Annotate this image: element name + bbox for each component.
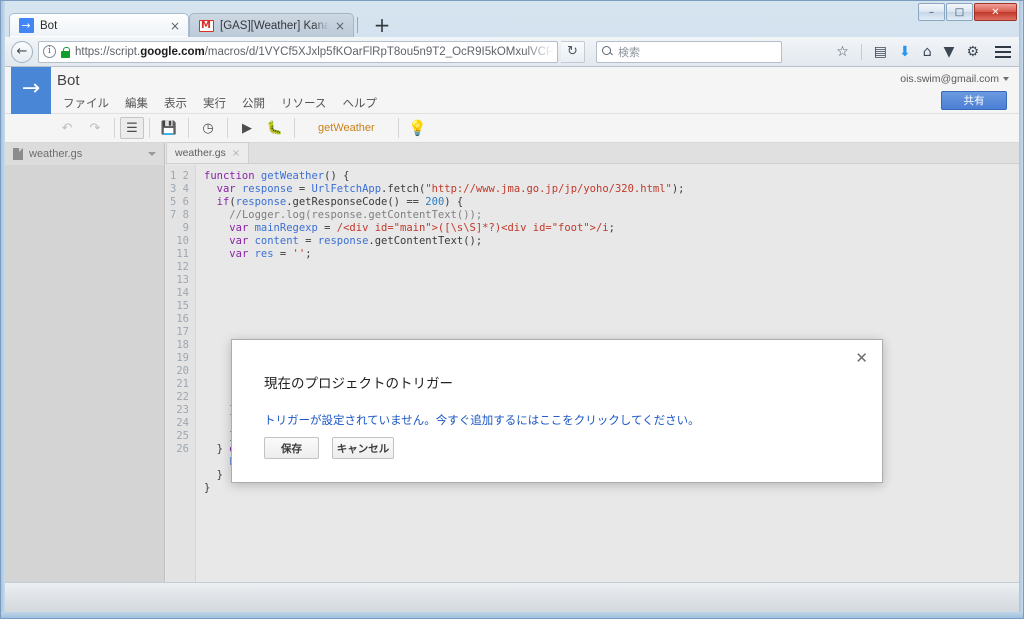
run-icon[interactable]: ▶: [233, 116, 261, 141]
tab-title: [GAS][Weather] Kanagaw: [220, 19, 329, 32]
trigger-dialog: ✕ 現在のプロジェクトのトリガー トリガーが設定されていません。今すぐ追加するに…: [231, 339, 883, 483]
tab-separator: [357, 17, 358, 33]
chevron-down-icon: [1003, 77, 1009, 81]
dialog-title: 現在のプロジェクトのトリガー: [264, 376, 453, 391]
reader-view-icon[interactable]: ▤: [874, 45, 887, 59]
apps-script-logo-icon: →: [11, 67, 51, 114]
toolbar-divider: [397, 118, 399, 138]
window-frame-right: [1019, 1, 1023, 618]
file-list-item-weather[interactable]: weather.gs: [5, 143, 164, 165]
account-menu[interactable]: ois.swim@gmail.com: [900, 73, 1009, 85]
navigation-toolbar: ← i https://script.google.com/macros/d/1…: [5, 37, 1021, 67]
search-input[interactable]: 検索: [618, 44, 640, 60]
redo-icon[interactable]: ↷: [81, 116, 109, 141]
toolbar-divider: [860, 43, 862, 60]
toolbar-icons: ☆ ▤ ⬇ ⌂ ▼ ⚙: [787, 43, 1015, 60]
project-title[interactable]: Bot: [57, 72, 80, 89]
tab-close-icon[interactable]: ×: [335, 20, 347, 32]
account-email: ois.swim@gmail.com: [900, 73, 999, 85]
url-prefix: script.: [109, 45, 141, 58]
back-button[interactable]: ←: [11, 40, 33, 63]
menu-bar: ファイル 編集 表示 実行 公開 リソース ヘルプ: [55, 94, 385, 112]
downloads-icon[interactable]: ⬇: [899, 45, 911, 59]
maximize-button[interactable]: □: [946, 3, 973, 21]
browser-tab-gmail[interactable]: M [GAS][Weather] Kanagaw ×: [189, 13, 354, 37]
close-button[interactable]: ✕: [974, 3, 1017, 21]
browser-window: → Bot × M [GAS][Weather] Kanagaw × + – □…: [0, 0, 1024, 619]
toolbar-divider: [188, 118, 189, 138]
url-scheme: https://: [75, 45, 110, 58]
menu-publish[interactable]: 公開: [234, 94, 273, 112]
gmail-icon-glyph: M: [198, 19, 214, 32]
save-button[interactable]: 保存: [264, 437, 319, 459]
file-name: weather.gs: [29, 148, 83, 160]
tab-close-icon[interactable]: ×: [170, 20, 182, 32]
address-bar[interactable]: i https://script.google.com/macros/d/1VY…: [38, 40, 558, 63]
editor-toolbar: ↶ ↷ ☰ 💾 ◷ ▶ 🐛 getWeather 💡: [5, 114, 1021, 143]
menu-view[interactable]: 表示: [156, 94, 195, 112]
lock-icon: [60, 46, 71, 58]
reload-button[interactable]: ↻: [561, 40, 585, 63]
toolbar-divider: [294, 118, 295, 138]
pocket-icon[interactable]: ▼: [944, 45, 955, 59]
gmail-icon: M: [198, 18, 214, 34]
apps-script-icon-glyph: →: [18, 18, 34, 33]
toolbar-divider: [227, 118, 228, 138]
menu-file[interactable]: ファイル: [55, 94, 117, 112]
add-trigger-link[interactable]: トリガーが設定されていません。今すぐ追加するにはここをクリックしてください。: [264, 412, 700, 428]
function-selector[interactable]: getWeather: [300, 122, 393, 134]
file-pane: weather.gs: [5, 143, 165, 608]
line-number-gutter: 1 2 3 4 5 6 7 8 9 10 11 12 13 14 15 16 1…: [166, 165, 196, 608]
browser-tab-bot[interactable]: → Bot ×: [9, 13, 189, 37]
tab-title: Bot: [40, 19, 58, 32]
menu-resources[interactable]: リソース: [273, 94, 334, 112]
title-bar: → Bot × M [GAS][Weather] Kanagaw × + – □…: [1, 1, 1023, 37]
search-bar[interactable]: 検索: [596, 40, 782, 63]
editor-tab-close-icon[interactable]: ×: [232, 148, 240, 159]
editor-tab-label: weather.gs: [175, 147, 226, 159]
debug-icon[interactable]: 🐛: [261, 116, 289, 141]
editor-tab-weather[interactable]: weather.gs ×: [166, 142, 250, 163]
share-button[interactable]: 共有: [941, 91, 1007, 110]
menu-run[interactable]: 実行: [195, 94, 234, 112]
window-frame-bottom: [1, 612, 1023, 618]
url-domain: google.com: [140, 45, 205, 58]
new-tab-button[interactable]: +: [367, 13, 397, 37]
home-icon[interactable]: ⌂: [923, 45, 932, 59]
close-icon[interactable]: ✕: [855, 351, 868, 366]
minimize-button[interactable]: –: [918, 3, 945, 21]
lightbulb-icon[interactable]: 💡: [404, 116, 432, 141]
hamburger-menu-icon[interactable]: [995, 45, 1011, 58]
file-icon: [13, 148, 23, 160]
search-icon: [602, 46, 613, 57]
url-text: https://script.google.com/macros/d/1VYCf…: [75, 46, 553, 58]
save-icon[interactable]: 💾: [155, 116, 183, 141]
bookmark-star-icon[interactable]: ☆: [836, 45, 849, 59]
undo-icon[interactable]: ↶: [53, 116, 81, 141]
page-info-icon[interactable]: i: [43, 45, 56, 58]
window-controls: – □ ✕: [918, 3, 1017, 21]
window-frame-left: [1, 1, 5, 618]
editor-tab-bar: weather.gs ×: [166, 142, 1021, 164]
chevron-down-icon[interactable]: [148, 152, 156, 156]
window-status-strip: [5, 582, 1021, 612]
indent-icon[interactable]: ☰: [120, 117, 144, 139]
page-content: → Bot ファイル 編集 表示 実行 公開 リソース ヘルプ ois.swim…: [5, 67, 1021, 608]
menu-edit[interactable]: 編集: [117, 94, 156, 112]
app-header: → Bot ファイル 編集 表示 実行 公開 リソース ヘルプ ois.swim…: [5, 67, 1021, 114]
apps-script-icon: →: [18, 18, 34, 34]
toolbar-divider: [149, 118, 150, 138]
sync-icon[interactable]: ⚙: [966, 45, 979, 59]
timer-icon[interactable]: ◷: [194, 116, 222, 141]
cancel-button[interactable]: キャンセル: [332, 437, 394, 459]
tab-strip: → Bot × M [GAS][Weather] Kanagaw × +: [9, 13, 397, 37]
menu-help[interactable]: ヘルプ: [334, 94, 385, 112]
url-path: /macros/d/1VYCf5XJxlp5fKOarFlRpT8ou5n9T2…: [204, 45, 553, 58]
toolbar-divider: [114, 118, 115, 138]
